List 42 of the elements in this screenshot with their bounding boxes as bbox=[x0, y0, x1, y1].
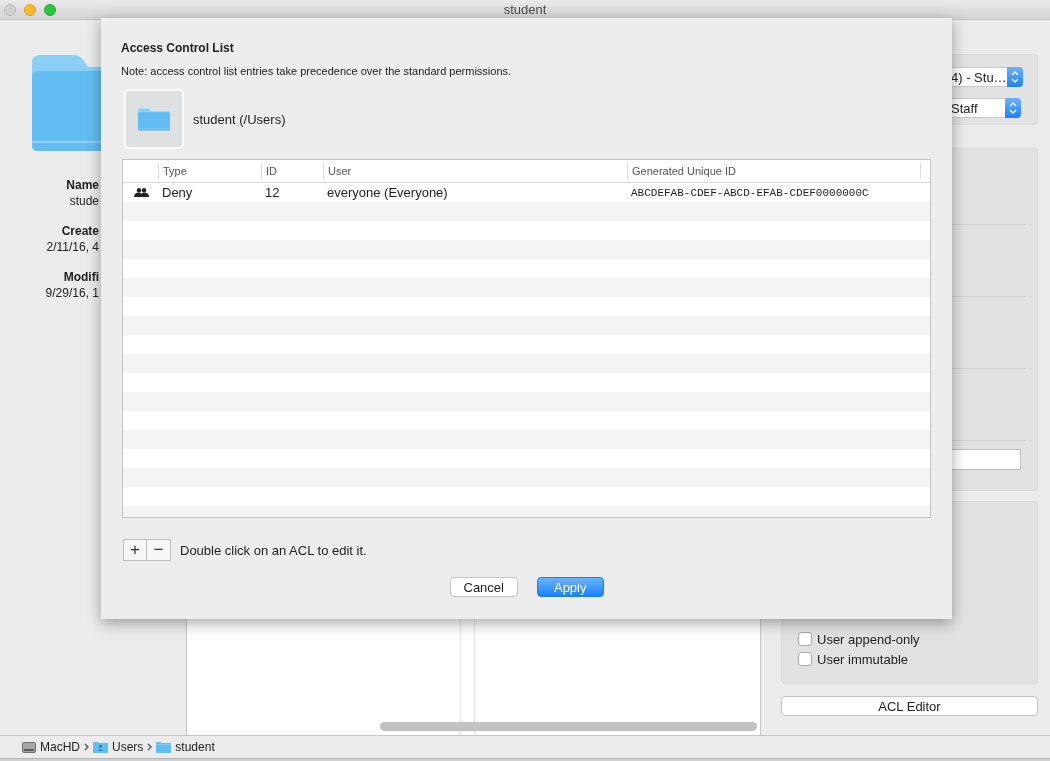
sheet-title: Access Control List bbox=[121, 41, 235, 55]
acl-editor-button[interactable]: ACL Editor bbox=[781, 696, 1038, 716]
item-name: student (/Users) bbox=[193, 111, 286, 127]
checkbox[interactable] bbox=[798, 632, 812, 646]
checkbox-label: User immutable bbox=[817, 651, 909, 667]
info-label: Create bbox=[60, 223, 99, 239]
dialog-button[interactable]: Cancel bbox=[449, 577, 518, 597]
scrollbar[interactable] bbox=[380, 722, 757, 731]
column-header[interactable]: ID bbox=[261, 163, 323, 179]
add-button[interactable]: + bbox=[123, 539, 147, 561]
table-cell-text: ABCDEFAB-CDEF-ABCD-EFAB-CDEF0000000C bbox=[630, 186, 870, 199]
info-value: 9/29/16, 1 bbox=[45, 286, 99, 300]
path-item[interactable]: student bbox=[175, 740, 215, 754]
info-label: Modifi bbox=[62, 269, 99, 285]
table-cell-text: everyone (Everyone) bbox=[326, 185, 449, 200]
info-value: stude bbox=[69, 194, 99, 208]
folder-icon bbox=[156, 741, 172, 753]
table-cell-text: Deny bbox=[161, 185, 194, 200]
people-icon bbox=[134, 188, 149, 197]
window-title: student bbox=[503, 2, 547, 17]
column-header[interactable]: User bbox=[323, 163, 627, 179]
info-label: Name bbox=[65, 177, 99, 193]
path-item[interactable]: MacHD bbox=[40, 740, 80, 754]
path-item[interactable]: Users bbox=[112, 740, 144, 754]
info-value: 2/11/16, 4 bbox=[46, 240, 99, 254]
column-header[interactable]: Generated Unique ID bbox=[627, 163, 920, 179]
zoom-icon[interactable] bbox=[44, 3, 56, 16]
table-cell-text: 12 bbox=[264, 185, 281, 200]
minimize-icon[interactable] bbox=[24, 3, 36, 16]
stepper-icon[interactable] bbox=[1005, 97, 1021, 118]
column-header[interactable]: Type bbox=[158, 163, 261, 179]
checkbox[interactable] bbox=[798, 652, 812, 666]
remove-button[interactable]: − bbox=[147, 539, 171, 561]
stepper-icon[interactable] bbox=[1006, 66, 1023, 87]
hint-text: Double click on an ACL to edit it. bbox=[180, 542, 367, 558]
close-icon[interactable] bbox=[4, 3, 16, 16]
person-folder-icon bbox=[93, 741, 108, 753]
chevron-icon bbox=[147, 743, 153, 751]
checkbox-label: User append-only bbox=[817, 631, 920, 647]
note-text: Note: access control list entries take precedence over the standard permissions. bbox=[121, 64, 513, 78]
chevron-icon bbox=[84, 743, 89, 751]
hard-drive-icon bbox=[22, 741, 36, 753]
